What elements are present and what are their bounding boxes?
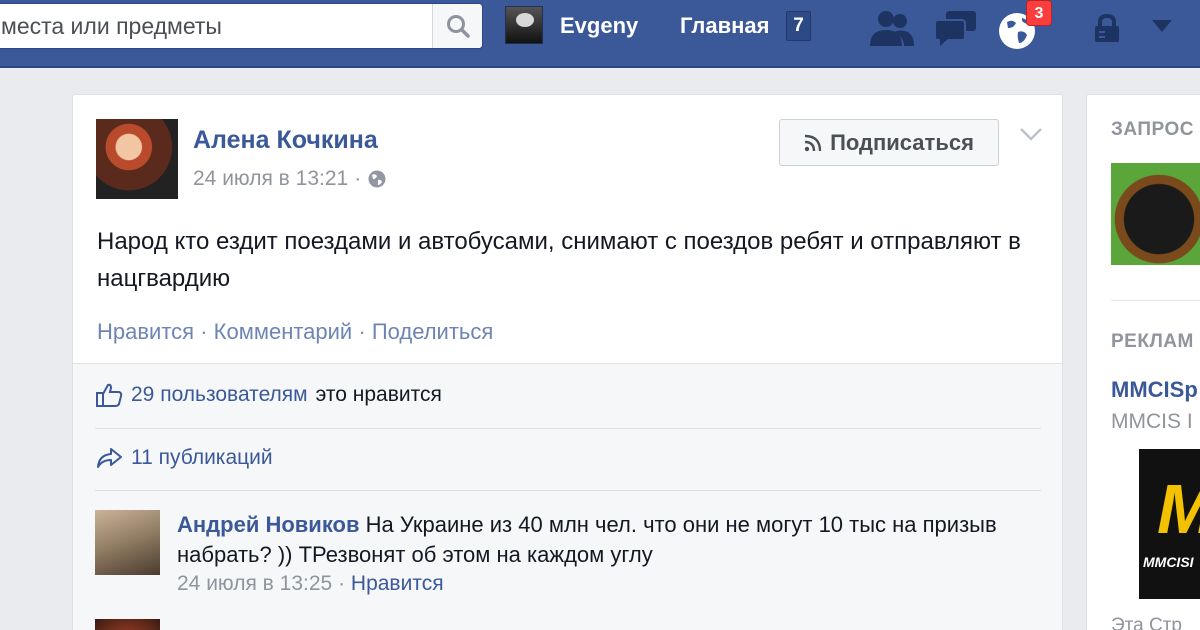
sidebar-divider: [1111, 300, 1200, 301]
likes-summary: 29 пользователям это нравится: [95, 382, 442, 408]
ad-subtitle: MMCIS I: [1111, 410, 1193, 433]
search-button[interactable]: [432, 4, 482, 48]
like-link[interactable]: Нравится: [97, 319, 194, 344]
share-arrow-icon: [97, 448, 122, 468]
search-box: [0, 3, 483, 49]
rss-follow-icon: [804, 134, 822, 151]
messages-icon[interactable]: [932, 8, 980, 48]
shares-count-link[interactable]: 11 публикаций: [131, 446, 273, 470]
action-separator: ·: [200, 319, 208, 344]
post-meta: 24 июля в 13:21 ·: [193, 167, 387, 191]
friend-request-photo[interactable]: [1111, 163, 1200, 265]
ad-logo-letter: M: [1157, 469, 1200, 549]
home-link[interactable]: Главная: [680, 13, 769, 39]
post-author-avatar[interactable]: [96, 119, 178, 199]
friend-requests-icon[interactable]: [866, 8, 918, 48]
feedback-divider: [95, 428, 1041, 429]
action-separator: ·: [358, 319, 366, 344]
user-avatar[interactable]: [505, 6, 543, 44]
post-actions: Нравится · Комментарий · Поделиться: [97, 319, 493, 345]
follow-button[interactable]: Подписаться: [779, 119, 999, 166]
ads-heading: РЕКЛАМ: [1111, 331, 1194, 352]
meta-separator: ·: [338, 572, 346, 595]
right-sidebar: ЗАПРОС РЕКЛАМ MMCISp MMCIS I M MMCISI Эт…: [1086, 94, 1200, 630]
feedback-section: 29 пользователям это нравится 11 публика…: [73, 363, 1062, 630]
post-card: Алена Кочкина 24 июля в 13:21 · Подписат…: [72, 94, 1063, 630]
feedback-divider: [95, 490, 1041, 491]
ad-title-link[interactable]: MMCISp: [1111, 377, 1198, 403]
comment: Андрей Новиков На Украине из 40 млн чел.…: [177, 510, 1027, 570]
ad-footer-text: Эта Стр: [1111, 615, 1182, 630]
search-icon: [446, 15, 470, 38]
top-navigation-bar: Evgeny Главная 7 3: [0, 0, 1200, 68]
post-text: Народ кто ездит поездами и автобусами, с…: [97, 228, 1021, 292]
notifications-badge: 3: [1026, 0, 1052, 26]
public-globe-icon: [368, 170, 386, 188]
ad-image[interactable]: M MMCISI: [1139, 449, 1200, 599]
comment-timestamp[interactable]: 24 июля в 13:25: [177, 572, 332, 595]
comment-author-name[interactable]: Андрей Новиков: [177, 512, 360, 537]
follow-button-label: Подписаться: [830, 129, 974, 155]
thumbs-up-icon: [96, 383, 123, 407]
requests-heading: ЗАПРОС: [1111, 119, 1194, 140]
post-timestamp[interactable]: 24 июля в 13:21: [193, 167, 348, 191]
shares-summary: 11 публикаций: [95, 446, 273, 470]
search-input[interactable]: [0, 4, 425, 48]
next-comment-avatar[interactable]: [95, 619, 160, 630]
post-options-chevron-icon[interactable]: [1018, 125, 1044, 143]
post-author-name[interactable]: Алена Кочкина: [193, 126, 378, 155]
comment-meta: 24 июля в 13:25 · Нравится: [177, 572, 444, 596]
home-count-badge: 7: [786, 11, 811, 41]
comment-like-link[interactable]: Нравится: [351, 572, 444, 595]
share-link[interactable]: Поделиться: [372, 319, 493, 344]
comment-link[interactable]: Комментарий: [214, 319, 353, 344]
account-menu-chevron-icon[interactable]: [1150, 18, 1174, 34]
comment-author-avatar[interactable]: [95, 510, 160, 575]
ad-logo-text: MMCISI: [1143, 554, 1194, 570]
meta-separator: ·: [354, 167, 362, 190]
likes-count-link[interactable]: 29 пользователям: [131, 383, 308, 407]
likes-suffix: это нравится: [315, 383, 442, 406]
profile-link[interactable]: Evgeny: [560, 13, 638, 39]
privacy-lock-icon[interactable]: [1092, 14, 1126, 44]
